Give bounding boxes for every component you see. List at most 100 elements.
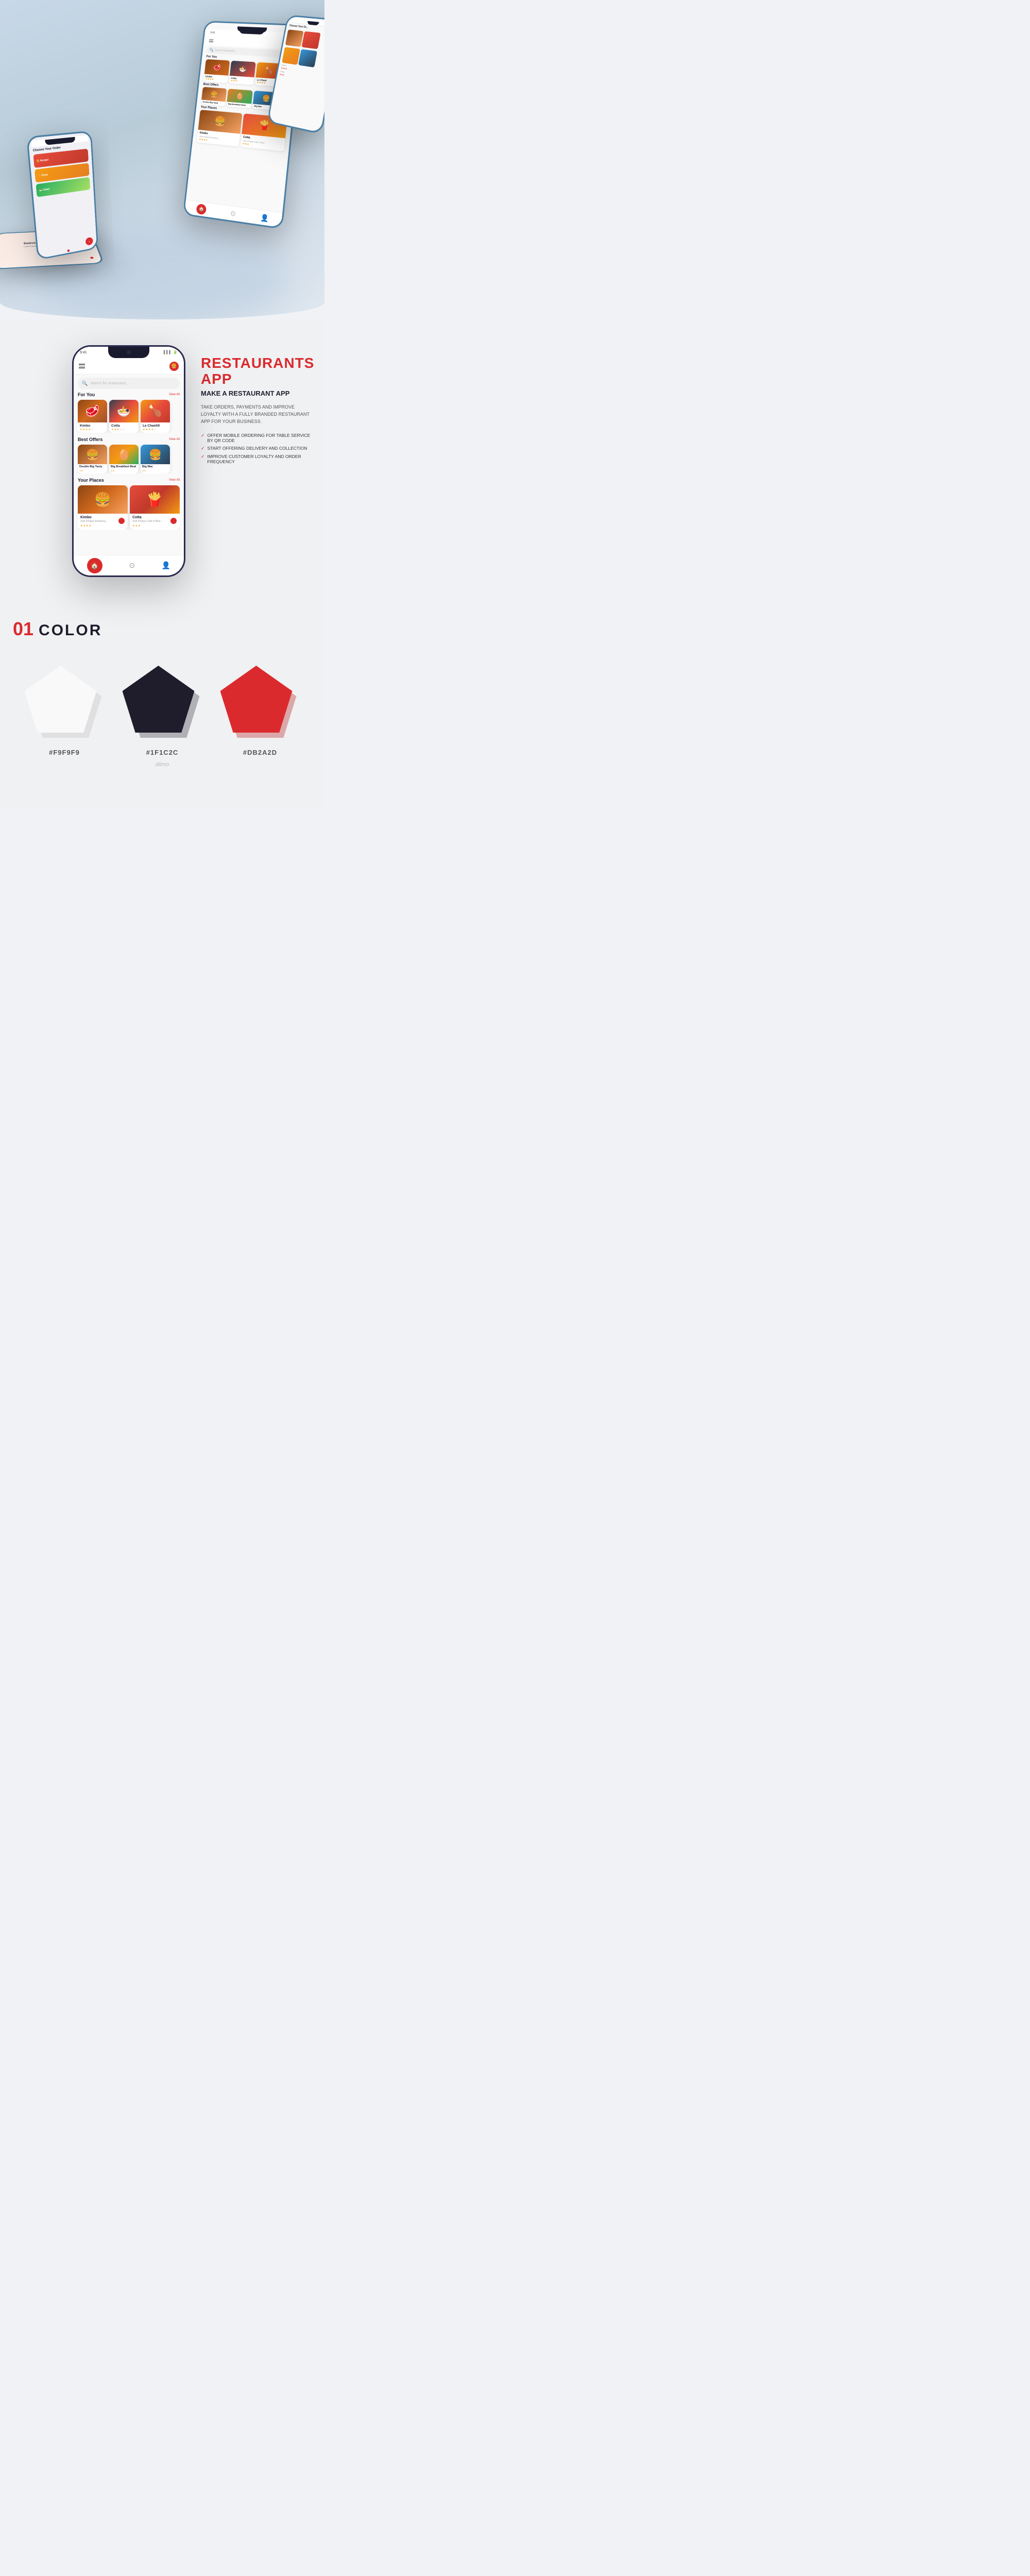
cotta-name: Cotta (111, 424, 136, 428)
place-card-kimbo[interactable]: 🍔 Kimbo Visit d'Fique Restaura... ★★★★ (78, 485, 128, 530)
place-cotta-stars: ★★★ (132, 524, 140, 528)
place-kimbo-image: 🍔 (78, 485, 128, 514)
offer-card-double-big-tasty[interactable]: 🍔 Double Big Tasty ★★ (78, 445, 107, 473)
feature-item-1: ✓ OFFER MOBILE ORDERING FOR TABLE SERVIC… (201, 433, 314, 443)
for-you-header: For You View All (78, 392, 180, 397)
kimbo-info: Kimbo ★★★★★ (78, 422, 107, 433)
restaurant-card-lechantill[interactable]: 🍗 Le Chantill ★★★★★ (141, 400, 170, 433)
color-section-header: 01 COLOR (13, 618, 312, 640)
kimbo-image: 🥩 (78, 400, 107, 422)
place-card-cotta[interactable]: 🍟 Cotta Visit d'Fique Cafe d Blue... ★★★ (130, 485, 180, 530)
app-nav-bar (74, 358, 184, 375)
bottom-nav-home[interactable]: 🏠 (87, 558, 102, 573)
double-big-tasty-price: ★★ (79, 469, 106, 472)
lechantill-info: Le Chantill ★★★★★ (141, 422, 170, 433)
bigmac-name: Big Mac (142, 465, 168, 469)
feature-text-3: IMPROVE CUSTOMER LOYALTY AND ORDER FREQU… (208, 454, 315, 464)
color-hex-red: #DB2A2D (243, 749, 277, 756)
double-big-tasty-image: 🍔 (78, 445, 107, 464)
feature-list: ✓ OFFER MOBILE ORDERING FOR TABLE SERVIC… (201, 433, 314, 464)
feature-text-2: START OFFERING DELIVERY AND COLLECTION (208, 446, 307, 451)
bigmac-image: 🍔 (141, 445, 170, 464)
color-section: 01 COLOR #F9F9F9 #1F1C2C #DB2A2D (0, 598, 324, 809)
feature-text-1: OFFER MOBILE ORDERING FOR TABLE SERVICE … (208, 433, 315, 443)
watermark-text: diimo (156, 761, 169, 768)
best-offers-title: Best Offers (78, 437, 103, 442)
phone-notch (108, 347, 149, 358)
best-offers-header: Best Offers View All (78, 437, 180, 442)
your-places-title: Your Places (78, 478, 104, 483)
pentagon-dark (123, 666, 195, 733)
colors-display: #F9F9F9 #1F1C2C #DB2A2D (13, 666, 312, 756)
phone-showcase: 9:41 ▎▎▎ 🔋 🔍 Search for restaurants... (72, 345, 185, 577)
lechantill-name: Le Chantill (143, 424, 168, 428)
bigmac-price: ★★ (142, 469, 168, 472)
place-kimbo-avatar (118, 517, 125, 524)
hamburger-icon[interactable] (79, 364, 85, 368)
best-offers-view-all[interactable]: View All (169, 438, 180, 441)
lechantill-stars: ★★★★★ (143, 428, 168, 431)
place-cotta-image: 🍟 (130, 485, 180, 514)
color-heading: COLOR (39, 622, 102, 639)
breakfast-info: Big Breakfast Meal ★★ (109, 464, 139, 473)
your-places-header: Your Places View All (78, 478, 180, 483)
status-icons: ▎▎▎ 🔋 (164, 350, 178, 354)
cotta-stars: ★★★★★ (111, 428, 136, 431)
bottom-nav-compass[interactable]: ⊙ (129, 561, 135, 570)
cotta-info: Cotta ★★★★★ (109, 422, 139, 433)
app-logo-icon (169, 362, 179, 371)
breakfast-price: ★★ (111, 469, 137, 472)
restaurant-card-kimbo[interactable]: 🥩 Kimbo ★★★★★ (78, 400, 107, 433)
app-title: RESTAURANTS APP (201, 355, 314, 387)
lechantill-image: 🍗 (141, 400, 170, 422)
double-big-tasty-info: Double Big Tasty ★★ (78, 464, 107, 473)
app-bottom-nav: 🏠 ⊙ 👤 (74, 555, 184, 575)
kimbo-stars: ★★★★★ (80, 428, 105, 431)
restaurant-card-cotta[interactable]: 🍜 Cotta ★★★★★ (109, 400, 139, 433)
phone-screen: 9:41 ▎▎▎ 🔋 🔍 Search for restaurants... (74, 347, 184, 575)
kimbo-name: Kimbo (80, 424, 105, 428)
pentagon-wrapper-dark (123, 666, 202, 740)
status-time: 9:41 (80, 351, 87, 354)
for-you-section: For You View All 🥩 Kimbo ★★★★★ (74, 392, 184, 433)
app-ui: 9:41 ▎▎▎ 🔋 🔍 Search for restaurants... (74, 347, 184, 575)
feature-check-3: ✓ (201, 454, 205, 460)
app-description: TAKE ORDERS, PAYMENTS AND IMPROVE LOYALT… (201, 403, 314, 426)
offer-card-breakfast[interactable]: 🥚 Big Breakfast Meal ★★ (109, 445, 139, 473)
place-cotta-avatar (170, 517, 177, 524)
for-you-view-all[interactable]: View All (169, 393, 180, 396)
double-big-tasty-name: Double Big Tasty (79, 465, 106, 469)
watermark: diimo (13, 756, 312, 778)
for-you-title: For You (78, 392, 95, 397)
offer-card-bigmac[interactable]: 🍔 Big Mac ★★ (141, 445, 170, 473)
color-number: 01 (13, 618, 33, 640)
pentagon-red (220, 666, 293, 733)
bottom-nav-profile[interactable]: 👤 (162, 561, 170, 570)
your-places-view-all[interactable]: View All (169, 479, 180, 482)
feature-item-2: ✓ START OFFERING DELIVERY AND COLLECTION (201, 446, 314, 451)
search-placeholder-text: Search for restaurants... (90, 382, 129, 385)
for-you-cards: 🥩 Kimbo ★★★★★ 🍜 (78, 400, 180, 433)
color-hex-dark: #1F1C2C (146, 749, 179, 756)
phone-hero-2: Choose Your Order 🍔 Burger 🍕 Pizza 🥗 Sal… (26, 130, 98, 260)
pentagon-wrapper-white (25, 666, 105, 740)
bigmac-info: Big Mac ★★ (141, 464, 170, 473)
search-icon: 🔍 (82, 381, 88, 386)
camera-dot (127, 350, 131, 354)
place-cotta-info: Cotta Visit d'Fique Cafe d Blue... ★★★ (130, 514, 180, 530)
place-kimbo-stars: ★★★★ (80, 524, 91, 528)
pentagon-wrapper-red (220, 666, 300, 740)
search-bar[interactable]: 🔍 Search for restaurants... (78, 378, 180, 389)
color-item-red: #DB2A2D (220, 666, 300, 756)
best-offers-section: Best Offers View All 🍔 Double Big Tasty … (74, 437, 184, 473)
cotta-image: 🍜 (109, 400, 139, 422)
place-kimbo-info: Kimbo Visit d'Fique Restaura... ★★★★ (78, 514, 128, 530)
text-content: RESTAURANTS APP MAKE A RESTAURANT APP TA… (201, 340, 314, 467)
color-item-dark: #1F1C2C (123, 666, 202, 756)
your-places-cards: 🍔 Kimbo Visit d'Fique Restaura... ★★★★ (78, 485, 180, 530)
feature-check-2: ✓ (201, 446, 205, 451)
best-offers-cards: 🍔 Double Big Tasty ★★ 🥚 Big B (78, 445, 180, 473)
breakfast-name: Big Breakfast Meal (111, 465, 137, 469)
app-subtitle: MAKE A RESTAURANT APP (201, 389, 314, 397)
pentagon-white (25, 666, 97, 733)
